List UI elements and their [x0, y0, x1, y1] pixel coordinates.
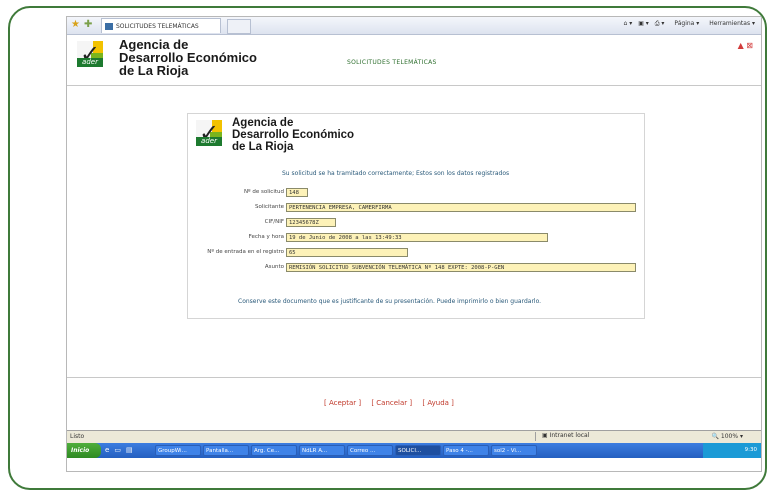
- taskbar-item[interactable]: GroupWi...: [155, 445, 201, 456]
- taskbar-items: GroupWi... Pantalla... Arg. Ce... NdLR A...…: [155, 445, 539, 458]
- tools-menu[interactable]: Herramientas ▾: [705, 20, 755, 27]
- card-org-name: Agencia de Desarrollo Económico de La Ri…: [232, 117, 354, 153]
- page-title: SOLICITUDES TELEMÁTICAS: [347, 59, 437, 66]
- feeds-icon[interactable]: ▣ ▾: [638, 20, 649, 27]
- header-icons: ▲ ⊠: [738, 41, 753, 50]
- cif-nif-field[interactable]: 12345678Z: [286, 218, 336, 227]
- home-icon[interactable]: ⌂ ▾: [624, 20, 633, 27]
- taskbar-item[interactable]: NdLR A...: [299, 445, 345, 456]
- retain-document-note: Conserve este documento que es justifica…: [238, 298, 542, 305]
- page-menu-label: Página: [674, 20, 695, 27]
- field-row: Solicitante: [188, 203, 284, 213]
- system-tray: 9:30: [703, 443, 761, 458]
- field-row: Fecha y hora: [188, 233, 284, 243]
- new-tab-button[interactable]: [227, 19, 251, 34]
- ie-icon[interactable]: e: [105, 446, 114, 454]
- divider: [67, 377, 761, 378]
- page-icon: [105, 23, 113, 30]
- security-zone: ▣ Intranet local: [535, 432, 642, 441]
- field-row: Nº de solicitud: [188, 188, 284, 198]
- taskbar-item[interactable]: Paso 4 -...: [443, 445, 489, 456]
- app-header: ✓ ader Agencia de Desarrollo Económico d…: [67, 35, 761, 86]
- tab-title: SOLICITUDES TELEMÁTICAS: [116, 23, 199, 30]
- favorites-star-icon[interactable]: ★: [71, 19, 80, 31]
- taskbar-item[interactable]: sol2 - Vi...: [491, 445, 537, 456]
- start-label: Inicio: [71, 447, 90, 454]
- browser-toolbar: ★ ✚ SOLICITUDES TELEMÁTICAS ⌂ ▾ ▣ ▾ ⎙ ▾ …: [67, 17, 761, 35]
- taskbar-item-active[interactable]: SOLICI...: [395, 445, 441, 456]
- org-line-3: de La Rioja: [119, 63, 189, 78]
- ader-logo: ✓ ader: [77, 41, 103, 67]
- field-label: Nº de entrada en el registro: [207, 249, 284, 255]
- registry-entry-field[interactable]: 65: [286, 248, 408, 257]
- close-icon[interactable]: ⊠: [746, 41, 753, 50]
- browser-window: ★ ✚ SOLICITUDES TELEMÁTICAS ⌂ ▾ ▣ ▾ ⎙ ▾ …: [66, 16, 762, 472]
- field-row: Asunto: [188, 263, 284, 273]
- field-label: Solicitante: [254, 204, 284, 210]
- windows-taskbar: Inicio e▭▤ GroupWi... Pantalla... Arg. Ce.…: [67, 443, 761, 458]
- start-button[interactable]: Inicio: [67, 443, 101, 458]
- taskbar-item[interactable]: Arg. Ce...: [251, 445, 297, 456]
- taskbar-item[interactable]: Correo ...: [347, 445, 393, 456]
- date-time-field[interactable]: 19 de Junio de 2008 a las 13:49:33: [286, 233, 548, 242]
- cancel-button[interactable]: [ Cancelar ]: [371, 399, 412, 407]
- ader-logo-card: ✓ ader: [196, 120, 222, 146]
- help-button[interactable]: [ Ayuda ]: [422, 399, 454, 407]
- applicant-field[interactable]: PERTENENCIA EMPRESA, CAMERFIRMA: [286, 203, 636, 212]
- org-name: Agencia de Desarrollo Económico de La Ri…: [119, 38, 257, 77]
- card-org-line-2: Desarrollo Económico: [232, 129, 355, 141]
- status-text: Listo: [70, 433, 85, 440]
- action-links: [ Aceptar ] [ Cancelar ] [ Ayuda ]: [324, 399, 462, 407]
- print-icon[interactable]: ⎙ ▾: [655, 20, 665, 27]
- alert-icon[interactable]: ▲: [738, 41, 744, 50]
- field-row: CIF/NIF: [188, 218, 284, 228]
- request-number-field[interactable]: 148: [286, 188, 308, 197]
- card-org-line-3: de La Rioja: [232, 141, 294, 153]
- taskbar-item[interactable]: Pantalla...: [203, 445, 249, 456]
- tools-menu-label: Herramientas: [709, 20, 751, 27]
- field-label: CIF/NIF: [264, 219, 284, 225]
- field-label: Asunto: [264, 264, 284, 270]
- field-label: Nº de solicitud: [243, 189, 284, 195]
- quick-launch: e▭▤: [105, 446, 138, 454]
- status-bar: Listo ▣ Intranet local 🔍 100% ▾: [67, 430, 761, 443]
- browser-tab[interactable]: SOLICITUDES TELEMÁTICAS: [101, 18, 221, 33]
- page-menu[interactable]: Página ▾: [670, 20, 699, 27]
- receipt-card: ✓ ader Agencia de Desarrollo Económico d…: [187, 113, 645, 319]
- intranet-icon: ▣: [542, 432, 548, 439]
- accept-button[interactable]: [ Aceptar ]: [324, 399, 361, 407]
- folder-icon[interactable]: ▤: [126, 446, 138, 454]
- zoom-level[interactable]: 🔍 100% ▾: [712, 433, 743, 440]
- command-bar: ⌂ ▾ ▣ ▾ ⎙ ▾ Página ▾ Herramientas ▾: [620, 20, 755, 28]
- desktop-icon[interactable]: ▭: [114, 446, 126, 454]
- card-org-line-1: Agencia de: [232, 117, 294, 129]
- subject-field[interactable]: REMISIÓN SOLICITUD SUBVENCIÓN TELEMÁTICA…: [286, 263, 636, 272]
- field-row: Nº de entrada en el registro: [148, 248, 284, 258]
- success-message: Su solicitud se ha tramitado correctamen…: [282, 170, 510, 177]
- add-favorite-icon[interactable]: ✚: [84, 19, 92, 31]
- slide-frame: ★ ✚ SOLICITUDES TELEMÁTICAS ⌂ ▾ ▣ ▾ ⎙ ▾ …: [8, 6, 767, 490]
- field-label: Fecha y hora: [248, 234, 284, 240]
- clock: 9:30: [744, 447, 757, 453]
